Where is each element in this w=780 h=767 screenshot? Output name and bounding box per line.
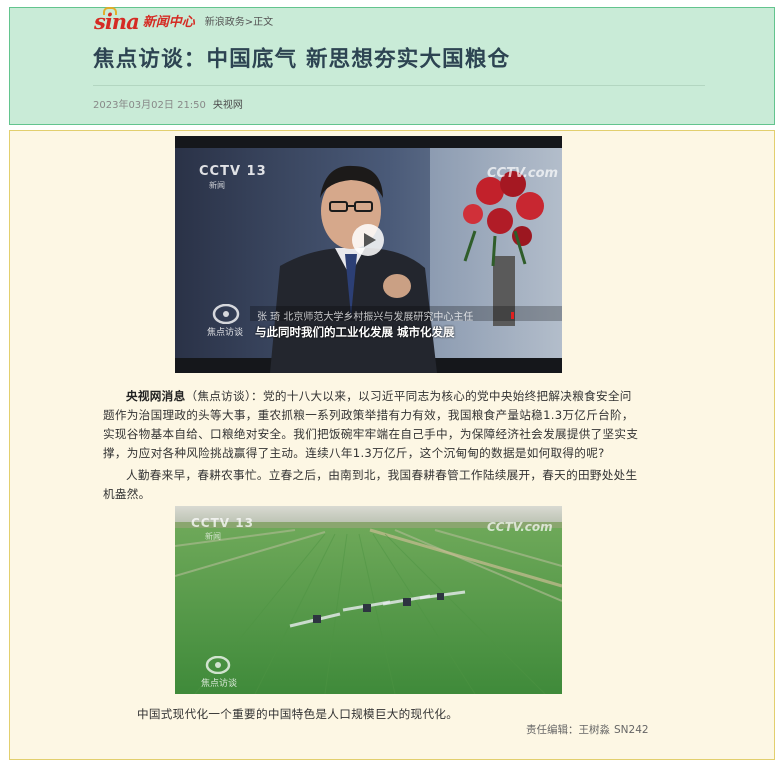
- photo-caption: 中国式现代化一个重要的中国特色是人口规模巨大的现代化。: [137, 707, 459, 721]
- play-button[interactable]: [352, 224, 384, 256]
- program-logo-icon: [209, 304, 243, 324]
- brand-bar: sina 新闻中心 新浪政务>正文: [94, 7, 273, 32]
- video-subtitle: 与此同时我们的工业化发展 城市化发展: [255, 325, 455, 339]
- breadcrumb-item-current: 正文: [253, 17, 274, 28]
- article-meta: 2023年03月02日 21:50 央视网: [93, 96, 243, 111]
- breadcrumb: 新浪政务>正文: [205, 14, 273, 32]
- channel-sub-label: 新闻: [205, 532, 221, 541]
- article-paragraph-1: 央视网消息（焦点访谈）：党的十八大以来，以习近平同志为核心的党中央始终把解决粮食…: [103, 387, 643, 463]
- program-logo-icon: [203, 656, 233, 674]
- speaker-caption: 张 琦 北京师范大学乡村振兴与发展研究中心主任: [257, 312, 474, 323]
- breadcrumb-separator: >: [244, 17, 254, 28]
- editor-label: 责任编辑：王树淼: [526, 724, 610, 736]
- article-paragraph-2: 人勤春来早，春耕农事忙。立春之后，由南到北，我国春耕春管工作陆续展开，春天的田野…: [103, 466, 643, 504]
- cctv13-badge: CCTV 13: [199, 164, 267, 179]
- editor-code: SN242: [614, 724, 649, 736]
- page-title: 焦点访谈：中国底气 新思想夯实大国粮仓: [93, 47, 511, 72]
- farm-field-image: [175, 506, 562, 694]
- breadcrumb-item-government[interactable]: 新浪政务: [205, 17, 245, 28]
- news-center-link[interactable]: 新闻中心: [143, 14, 195, 32]
- play-icon: [364, 233, 376, 247]
- sina-logo[interactable]: sina: [94, 7, 140, 32]
- program-logo-text: 焦点访谈: [201, 679, 238, 689]
- article-photo: CCTV 13 新闻 CCTV.com 焦点访谈: [175, 506, 562, 694]
- cctv13-badge: CCTV 13: [191, 516, 254, 530]
- editor-credit: 责任编辑：王树淼 SN242: [522, 722, 649, 737]
- cctv-watermark: CCTV.com: [487, 520, 553, 534]
- cctv-watermark: CCTV.com: [487, 166, 559, 181]
- lead-source: 央视网消息: [126, 389, 186, 403]
- caption-marker: [511, 312, 514, 319]
- paragraph-2-text: 人勤春来早，春耕农事忙。立春之后，由南到北，我国春耕春管工作陆续展开，春天的田野…: [103, 468, 638, 501]
- source-link[interactable]: 央视网: [213, 100, 243, 111]
- sina-eye-icon: [103, 7, 117, 15]
- channel-sub-label: 新闻: [209, 181, 225, 190]
- publish-date: 2023年03月02日 21:50: [93, 100, 206, 111]
- lead-program: （焦点访谈）：: [185, 389, 263, 403]
- header-divider: [93, 85, 705, 86]
- program-logo-text: 焦点访谈: [207, 328, 244, 338]
- video-player[interactable]: CCTV 13 新闻 CCTV.com 焦点访谈 张 琦 北京师范大学乡村振兴与…: [175, 136, 562, 373]
